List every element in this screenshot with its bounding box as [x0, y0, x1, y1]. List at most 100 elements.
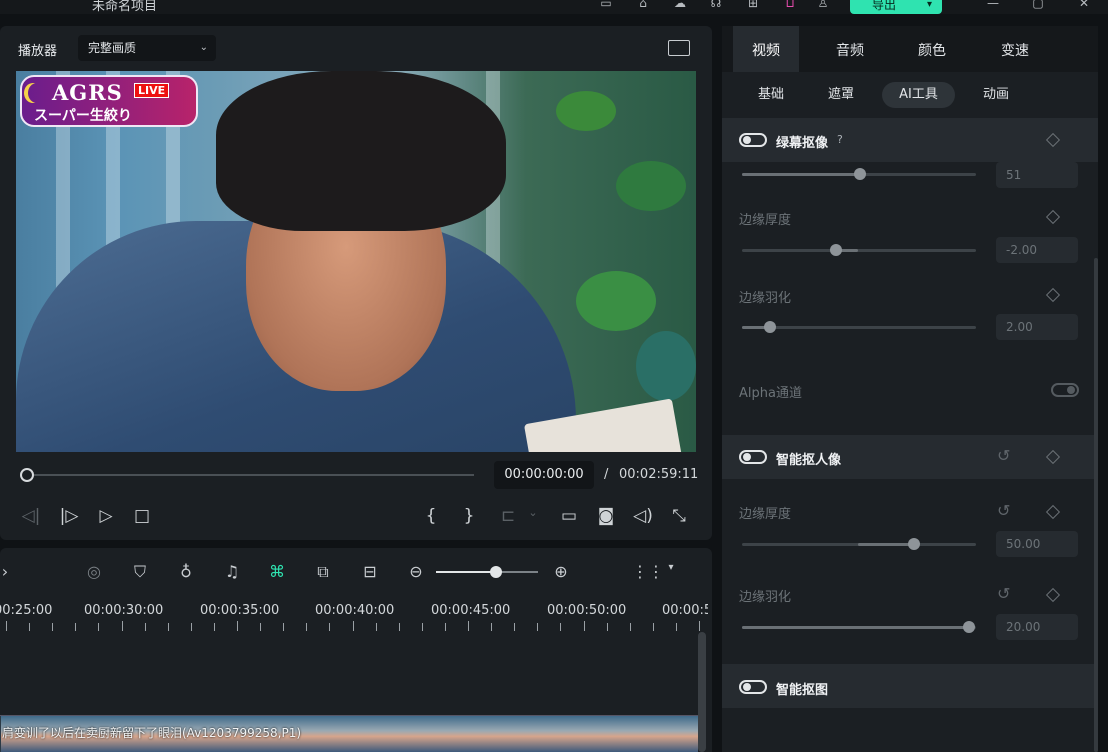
- save-icon[interactable]: ⌂: [635, 0, 651, 10]
- subtab-basic[interactable]: 基础: [750, 82, 792, 108]
- tab-video[interactable]: 视频: [733, 26, 799, 72]
- zoom-in-icon[interactable]: ⊕: [550, 562, 572, 581]
- video-preview[interactable]: AGRS LIVE スーパー生絞り: [16, 71, 696, 452]
- cutout-edge-thickness-value[interactable]: 50.00: [996, 531, 1078, 557]
- plant-leaf: [556, 91, 616, 131]
- help-icon[interactable]: ?: [837, 133, 843, 146]
- edge-feather-value[interactable]: 2.00: [996, 314, 1078, 340]
- clip-thumbnail: [361, 716, 401, 752]
- export-button[interactable]: 导出 ▾: [850, 0, 942, 14]
- microphone-icon[interactable]: ♁: [175, 562, 197, 581]
- cutout-edge-feather-value[interactable]: 20.00: [996, 614, 1078, 640]
- reset-icon[interactable]: ↺: [997, 501, 1010, 520]
- ruler-tick: [352, 621, 354, 631]
- preview-render-icon[interactable]: ⧉: [312, 562, 334, 582]
- cloud-icon[interactable]: ☁: [672, 0, 688, 10]
- subtab-ai-tools[interactable]: AI工具: [882, 82, 955, 108]
- logo-live-badge: LIVE: [134, 83, 170, 98]
- insert-icon[interactable]: ⊏: [497, 506, 519, 526]
- timeline-ruler[interactable]: 00:25:00 00:00:30:00 00:00:35:00 00:00:4…: [0, 596, 712, 636]
- clip-thumbnail: [641, 716, 681, 752]
- seek-bar[interactable]: [26, 474, 474, 476]
- mark-in-icon[interactable]: {: [420, 506, 442, 526]
- player-label: 播放器: [18, 44, 58, 59]
- layout-grid-icon[interactable]: ⋮⋮: [632, 562, 664, 581]
- marker-icon[interactable]: ⛉: [129, 562, 151, 582]
- edge-feather-slider-handle[interactable]: [764, 321, 776, 333]
- next-frame-icon[interactable]: |▷: [58, 506, 80, 526]
- minimize-icon[interactable]: —: [985, 0, 1001, 10]
- chroma-key-slider-handle[interactable]: [854, 168, 866, 180]
- quality-select[interactable]: 完整画质 ⌄: [78, 35, 216, 61]
- stop-icon[interactable]: □: [131, 506, 153, 526]
- user-icon[interactable]: ♙: [815, 0, 831, 10]
- ruler-tick: [75, 623, 77, 631]
- fit-icon[interactable]: ⊟: [359, 562, 381, 581]
- edge-feather-slider[interactable]: [742, 326, 976, 329]
- grid-icon[interactable]: ⊞: [745, 0, 761, 10]
- display-icon[interactable]: ▭: [558, 506, 580, 526]
- clip-thumbnail: [681, 716, 698, 752]
- ruler-tick: [213, 623, 215, 631]
- cart-icon[interactable]: ⊔: [782, 0, 798, 10]
- ruler-tick: [98, 623, 100, 631]
- alpha-channel-toggle[interactable]: [1051, 383, 1079, 397]
- volume-icon[interactable]: ◁): [632, 506, 654, 526]
- cutout-edge-thickness-slider-handle[interactable]: [908, 538, 920, 550]
- mark-out-icon[interactable]: }: [458, 506, 480, 526]
- tab-color[interactable]: 颜色: [899, 26, 965, 72]
- subtab-mask[interactable]: 遮罩: [820, 82, 862, 108]
- video-clip[interactable]: 肩变训了以后在卖厨新留下了眼泪(Av1203799258,P1): [0, 715, 698, 752]
- cutout-edge-thickness-slider-fill: [858, 543, 914, 546]
- ai-tools-icon[interactable]: ⌘: [266, 562, 288, 581]
- chroma-key-toggle[interactable]: [739, 133, 767, 147]
- ruler-tick: [514, 623, 516, 631]
- current-timecode[interactable]: 00:00:00:00: [494, 461, 594, 489]
- seek-handle[interactable]: [20, 468, 34, 482]
- maximize-icon[interactable]: ▢: [1030, 0, 1046, 10]
- ruler-tick: [167, 623, 169, 631]
- title-bar: 未命名项目 ▭ ⌂ ☁ ☊ ⊞ ⊔ ♙ 导出 ▾ — ▢ ✕: [0, 0, 1108, 14]
- chevron-down-icon[interactable]: ▾: [927, 0, 932, 14]
- edge-feather-label: 边缘羽化: [739, 291, 792, 306]
- music-icon[interactable]: ♫: [221, 562, 243, 581]
- waveform-scope-icon[interactable]: [668, 40, 690, 56]
- zoom-slider-fill: [436, 571, 496, 573]
- chevron-down-icon[interactable]: ⌄: [522, 506, 544, 519]
- layout-icon[interactable]: ▭: [598, 0, 614, 10]
- reset-icon[interactable]: ↺: [997, 446, 1010, 465]
- timeline-scrollbar[interactable]: [698, 632, 706, 752]
- chroma-key-value[interactable]: 51: [996, 162, 1078, 188]
- auto-sync-icon[interactable]: ◎: [83, 562, 105, 581]
- expand-icon[interactable]: ›: [0, 562, 16, 581]
- smart-matting-toggle[interactable]: [739, 680, 767, 694]
- clip-thumbnail: [521, 716, 561, 752]
- edge-thickness-slider-handle[interactable]: [830, 244, 842, 256]
- zoom-out-icon[interactable]: ⊖: [405, 562, 427, 581]
- headset-icon[interactable]: ☊: [708, 0, 724, 10]
- cutout-edge-feather-slider-fill: [742, 626, 968, 629]
- panel-scrollbar[interactable]: [1094, 258, 1098, 752]
- ruler-tick: [121, 621, 123, 631]
- play-icon[interactable]: ▷: [95, 506, 117, 526]
- subtab-animation[interactable]: 动画: [975, 82, 1017, 108]
- snapshot-icon[interactable]: ◙: [595, 506, 617, 526]
- close-icon[interactable]: ✕: [1076, 0, 1092, 10]
- tab-audio[interactable]: 音频: [817, 26, 883, 72]
- zoom-handle[interactable]: [490, 566, 502, 578]
- cutout-edge-feather-slider-handle[interactable]: [963, 621, 975, 633]
- edge-thickness-slider[interactable]: [742, 249, 976, 252]
- chroma-key-title: 绿幕抠像: [776, 136, 829, 151]
- export-label: 导出: [872, 0, 897, 12]
- chevron-down-icon[interactable]: ▾: [660, 562, 682, 573]
- fullscreen-icon[interactable]: ⤡: [668, 506, 690, 526]
- clip-thumbnail: [321, 716, 361, 752]
- reset-icon[interactable]: ↺: [997, 584, 1010, 603]
- total-duration: 00:02:59:11: [619, 467, 699, 482]
- previous-frame-icon[interactable]: ◁|: [20, 506, 42, 526]
- smart-cutout-toggle[interactable]: [739, 450, 767, 464]
- plant-leaf: [616, 161, 686, 211]
- edge-thickness-value[interactable]: -2.00: [996, 237, 1078, 263]
- tab-speed[interactable]: 变速: [982, 26, 1048, 72]
- ruler-tick: [190, 623, 192, 631]
